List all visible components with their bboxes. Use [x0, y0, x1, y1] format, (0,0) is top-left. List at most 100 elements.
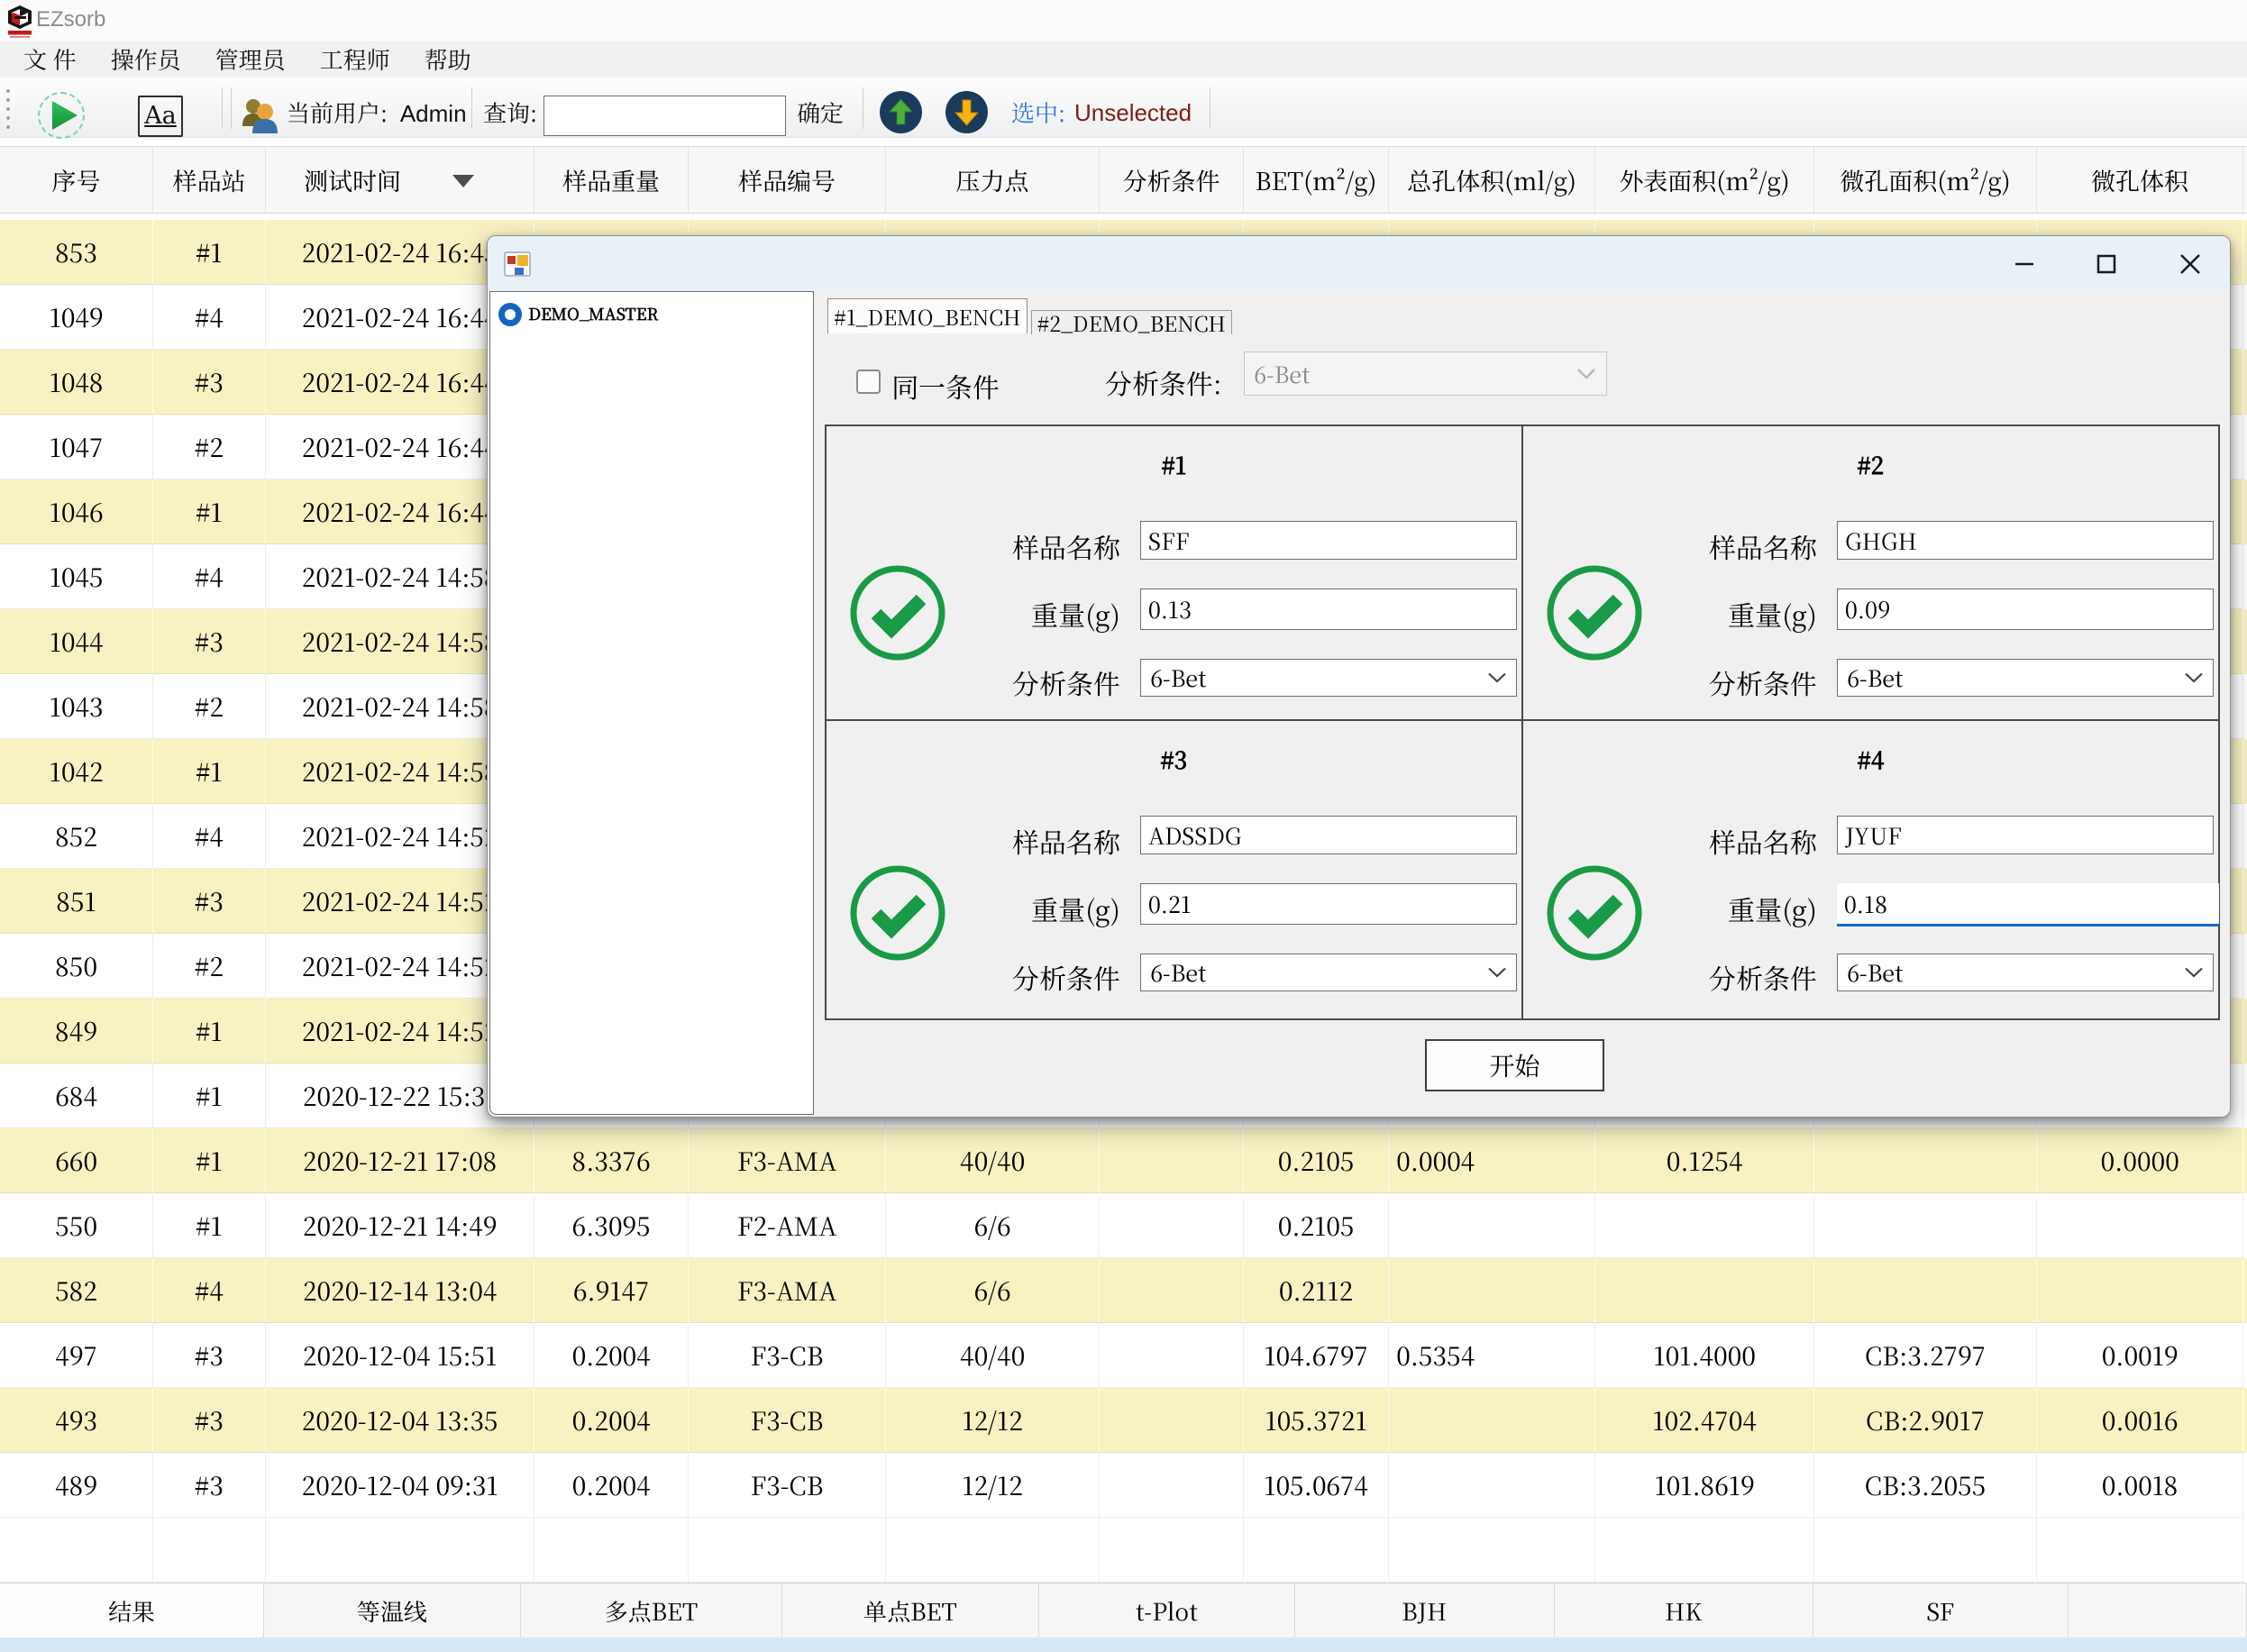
table-row[interactable]: 550#12020-12-21 14:496.3095F2-AMA6/60.21… — [0, 1193, 2247, 1258]
condition-select[interactable]: 6-Bet — [1140, 659, 1517, 697]
condition-select[interactable]: 6-Bet — [1837, 954, 2214, 991]
condition-select[interactable]: 6-Bet — [1837, 659, 2214, 697]
condition-select[interactable]: 6-Bet — [1140, 954, 1517, 991]
toolbar-grip — [6, 87, 10, 130]
table-row[interactable] — [0, 1518, 2247, 1583]
menu-item[interactable]: 文 件 — [6, 41, 94, 78]
sample-name-label: 样品名称 — [922, 821, 1120, 861]
column-header[interactable]: 样品站 — [153, 147, 266, 213]
selected-value: Unselected — [1074, 96, 1192, 129]
table-cell: #3 — [153, 1323, 266, 1388]
table-cell: #1 — [153, 739, 266, 804]
weight-input[interactable] — [1140, 589, 1517, 630]
weight-input[interactable] — [1837, 589, 2214, 630]
column-header[interactable]: 微孔体积 — [2037, 147, 2243, 213]
same-condition-label: 同一条件 — [891, 366, 1000, 406]
close-button[interactable] — [2169, 243, 2211, 285]
table-cell: 0.2105 — [1244, 1128, 1389, 1193]
column-header[interactable]: 分析条件 — [1100, 147, 1244, 213]
query-input[interactable] — [543, 96, 786, 136]
bench-tab[interactable]: #2_DEMO_BENCH — [1031, 310, 1232, 334]
column-header[interactable]: 样品重量 — [534, 147, 689, 213]
toolbar-separator — [222, 87, 223, 129]
bench-panel: #4 样品名称 重量(g) 分析条件 6-Bet — [1523, 721, 2218, 1018]
column-header[interactable]: 样品编号 — [689, 147, 886, 213]
result-tab[interactable]: SF — [1813, 1584, 2069, 1638]
table-row[interactable]: 493#32020-12-04 13:350.2004F3-CB12/12105… — [0, 1388, 2247, 1453]
font-button[interactable]: Aa — [138, 96, 183, 137]
weight-label: 重量(g) — [1619, 594, 1817, 634]
chevron-down-icon — [2184, 672, 2204, 684]
table-row[interactable]: 660#12020-12-21 17:088.3376F3-AMA40/400.… — [0, 1128, 2247, 1193]
result-tab[interactable]: t-Plot — [1039, 1584, 1295, 1638]
sample-name-input[interactable] — [1837, 816, 2214, 854]
sample-name-input[interactable] — [1140, 521, 1517, 560]
table-cell: F3-CB — [689, 1323, 886, 1388]
bench-title: #2 — [1523, 448, 2218, 481]
dialog-titlebar[interactable] — [488, 236, 2230, 291]
table-cell: 1044 — [0, 609, 153, 674]
app-title: EZsorb — [36, 7, 105, 32]
table-cell: F3-AMA — [689, 1128, 886, 1193]
column-header[interactable]: 外表面积(m²/g) — [1595, 147, 1814, 213]
column-header[interactable]: 总孔体积(ml/g) — [1389, 147, 1595, 213]
bench-tab[interactable]: #1_DEMO_BENCH — [827, 298, 1028, 333]
table-cell: 1045 — [0, 544, 153, 609]
result-tab[interactable]: BJH — [1295, 1584, 1555, 1638]
maximize-button[interactable] — [2086, 243, 2127, 285]
menu-item[interactable]: 操作员 — [94, 41, 198, 78]
table-cell — [1389, 1518, 1595, 1583]
menu-item[interactable]: 帮助 — [407, 41, 489, 78]
result-tab[interactable]: 等温线 — [264, 1584, 521, 1638]
weight-input[interactable] — [1837, 883, 2219, 926]
table-cell — [1389, 1388, 1595, 1453]
table-cell — [1100, 1518, 1244, 1583]
move-up-button[interactable] — [880, 91, 922, 133]
sample-name-input[interactable] — [1837, 521, 2214, 560]
column-header[interactable]: 测试时间 — [266, 147, 534, 213]
bench-title: #4 — [1523, 743, 2218, 776]
chevron-down-icon — [1487, 672, 1507, 684]
master-radio-label[interactable]: DEMO_MASTER — [528, 301, 658, 326]
table-cell: 101.4000 — [1595, 1323, 1814, 1388]
table-cell — [1100, 1388, 1244, 1453]
table-cell — [1814, 1518, 2037, 1583]
table-cell: 6.9147 — [534, 1258, 689, 1323]
result-tab[interactable]: HK — [1555, 1584, 1813, 1638]
confirm-button[interactable]: 确定 — [797, 96, 844, 129]
table-cell — [1100, 1193, 1244, 1258]
column-header[interactable]: BET(m²/g) — [1244, 147, 1389, 213]
menu-item[interactable]: 工程师 — [303, 41, 407, 78]
table-row[interactable]: 582#42020-12-14 13:046.9147F3-AMA6/60.21… — [0, 1258, 2247, 1323]
bench-title: #3 — [827, 743, 1521, 776]
table-cell — [1100, 1453, 1244, 1518]
table-cell — [1244, 1518, 1389, 1583]
sample-name-label: 样品名称 — [1619, 526, 1817, 566]
minimize-button[interactable] — [2004, 243, 2045, 285]
move-down-button[interactable] — [945, 91, 988, 133]
same-condition-checkbox[interactable] — [856, 370, 881, 394]
result-tab[interactable]: 单点BET — [782, 1584, 1039, 1638]
start-run-button[interactable] — [38, 92, 85, 139]
menu-item[interactable]: 管理员 — [198, 41, 303, 78]
table-cell — [1814, 1128, 2037, 1193]
sample-name-input[interactable] — [1140, 816, 1517, 854]
result-tab[interactable]: 多点BET — [521, 1584, 782, 1638]
table-row[interactable]: 497#32020-12-04 15:510.2004F3-CB40/40104… — [0, 1323, 2247, 1388]
result-tab[interactable]: 结果 — [0, 1584, 264, 1638]
weight-input[interactable] — [1140, 883, 1517, 925]
table-cell: #3 — [153, 609, 266, 674]
column-header[interactable]: 压力点 — [886, 147, 1100, 213]
column-header[interactable]: 序号 — [0, 147, 153, 213]
condition-row: 同一条件 分析条件: 6-Bet — [488, 333, 2232, 424]
master-radio[interactable] — [498, 303, 522, 326]
table-cell: #1 — [153, 999, 266, 1063]
column-header[interactable]: 微孔面积(m²/g) — [1814, 147, 2037, 213]
app-window: EZsorb 文 件操作员管理员工程师帮助 Aa 当前用户: Admin 查询:… — [0, 0, 2247, 1652]
table-cell: 6/6 — [886, 1193, 1100, 1258]
table-cell: 2020-12-21 14:49 — [266, 1193, 534, 1258]
table-row[interactable]: 489#32020-12-04 09:310.2004F3-CB12/12105… — [0, 1453, 2247, 1518]
start-button[interactable]: 开始 — [1425, 1039, 1604, 1091]
current-user-text: 当前用户: Admin — [287, 96, 467, 129]
table-cell: 849 — [0, 999, 153, 1063]
